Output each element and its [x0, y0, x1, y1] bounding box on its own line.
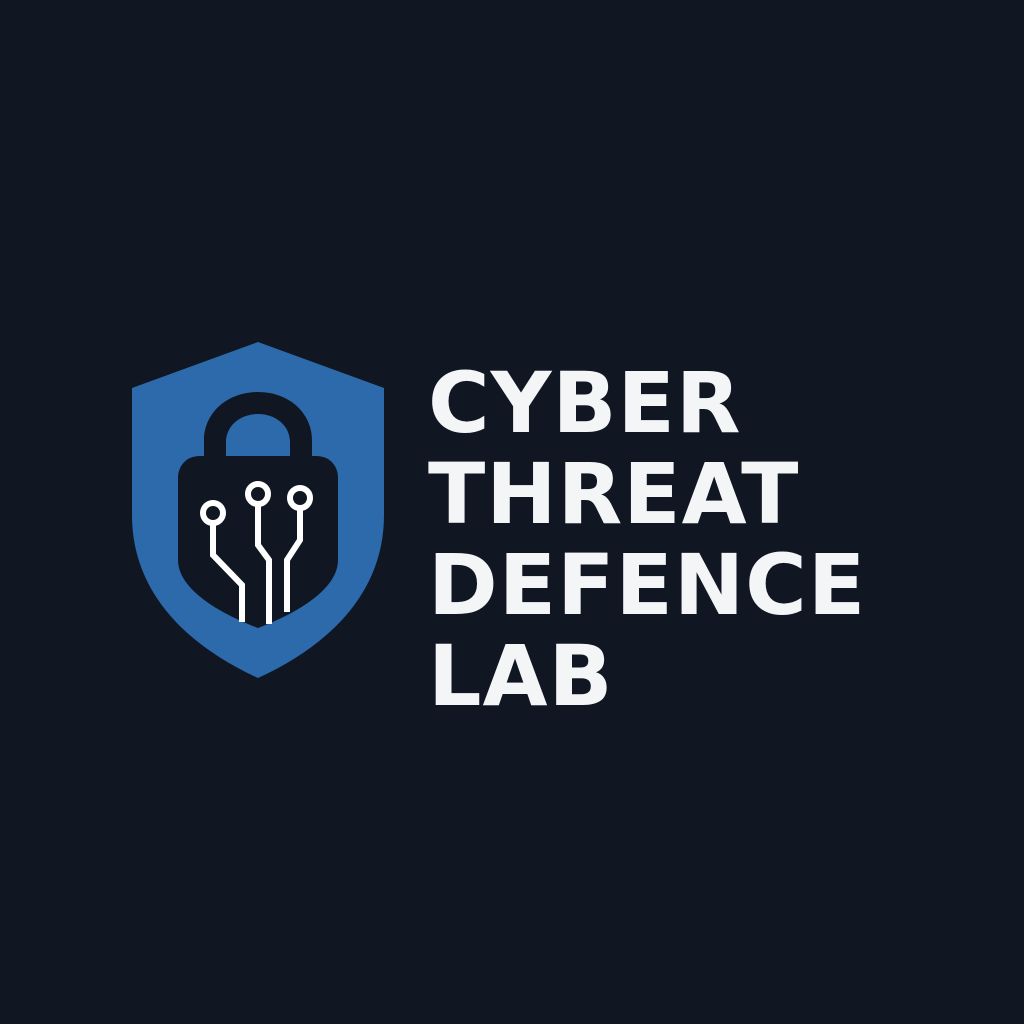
wordmark-line-lab: LAB: [428, 627, 614, 725]
wordmark-line-threat: THREAT: [428, 445, 800, 543]
shield-padlock-circuit-icon: [132, 342, 384, 678]
wordmark-line-cyber: CYBER: [428, 354, 742, 452]
logo: CYBER THREAT DEFENCE LAB: [0, 0, 1024, 1024]
wordmark: CYBER THREAT DEFENCE LAB: [428, 358, 898, 722]
wordmark-line-defence: DEFENCE: [428, 536, 867, 634]
